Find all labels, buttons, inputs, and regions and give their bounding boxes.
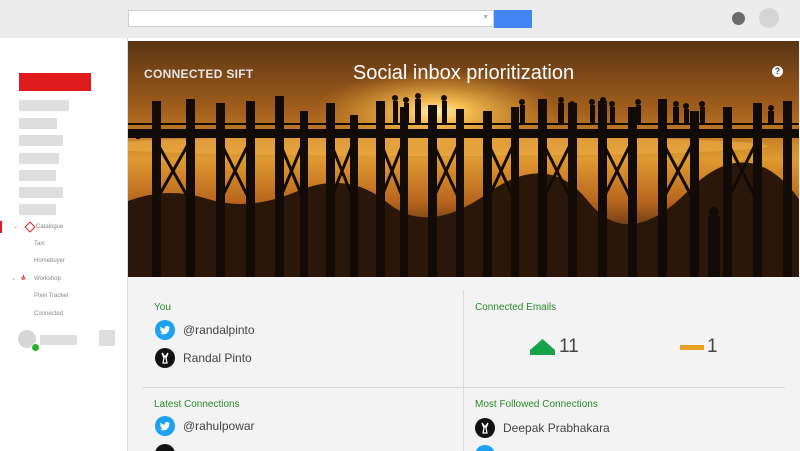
user-name-placeholder: [40, 335, 77, 345]
main-content: CONNECTED SIFT Social inbox prioritizati…: [128, 38, 800, 451]
nav-item-placeholder[interactable]: [19, 100, 69, 111]
search-button[interactable]: [494, 10, 532, 28]
divider: [463, 290, 464, 451]
twitter-icon: [475, 445, 495, 451]
list-item[interactable]: @randalpinto: [155, 320, 355, 340]
emails-flat-count: 1: [707, 336, 718, 357]
top-bar: ▼: [0, 0, 800, 38]
diamond-icon: [24, 221, 36, 233]
search-input[interactable]: ▼: [128, 10, 494, 27]
avatar-icon: [475, 418, 495, 438]
twitter-icon: [155, 320, 175, 340]
sidebar-item-pixel-tracker[interactable]: Pixel Tracker: [34, 293, 69, 299]
nav-item-placeholder[interactable]: [19, 187, 63, 198]
nav-item-placeholder[interactable]: [19, 135, 63, 146]
notification-icon[interactable]: [732, 12, 745, 25]
user-name: Randal Pinto: [183, 351, 252, 365]
avatar-icon: [155, 348, 175, 368]
emails-up-count: 11: [559, 336, 579, 357]
card-title: Most Followed Connections: [475, 399, 598, 410]
divider: [142, 387, 785, 388]
sidebar-item-catalogue[interactable]: ⌄ Catalogue: [0, 221, 129, 233]
list-item[interactable]: [155, 444, 175, 451]
chevron-down-icon[interactable]: ⌄: [13, 221, 18, 233]
twitter-handle: @rahulpowar: [183, 419, 255, 433]
trend-flat-icon: [680, 345, 704, 350]
avatar-icon: [155, 444, 175, 451]
nav-item-placeholder[interactable]: [19, 153, 59, 164]
online-status-icon: [31, 343, 40, 352]
twitter-icon: [155, 416, 175, 436]
list-item[interactable]: Deepak Prabhakara: [475, 418, 695, 438]
card-title: You: [154, 302, 171, 313]
sidebar-item-taxi[interactable]: Taxi: [34, 241, 45, 247]
settings-placeholder[interactable]: [99, 330, 115, 346]
list-item[interactable]: @rahulpowar: [155, 416, 355, 436]
sidebar-item-homebuyer[interactable]: Homebuyer: [34, 258, 65, 264]
logo[interactable]: [19, 73, 91, 91]
chevron-down-icon[interactable]: ⌄: [11, 273, 16, 285]
user-avatar[interactable]: [759, 8, 779, 28]
dashboard-panel: You @randalpinto Randal Pinto Connected …: [128, 277, 800, 451]
help-icon[interactable]: ?: [772, 66, 783, 77]
nav-item-placeholder[interactable]: [19, 170, 56, 181]
sidebar-item-workshop[interactable]: ⌄ ‹/› Workshop: [0, 273, 127, 285]
dropdown-caret-icon[interactable]: ▼: [482, 14, 489, 21]
page-title: Social inbox prioritization: [352, 62, 575, 84]
code-icon: ‹/›: [21, 275, 26, 282]
sidebar: ⌄ Catalogue Taxi Homebuyer ⌄ ‹/› Worksho…: [0, 38, 128, 451]
sidebar-item-label: Workshop: [34, 276, 61, 282]
hero-banner: CONNECTED SIFT Social inbox prioritizati…: [128, 41, 799, 277]
sidebar-item-connected[interactable]: Connected: [34, 311, 63, 317]
sidebar-item-label: Catalogue: [36, 224, 64, 230]
card-title: Latest Connections: [154, 399, 240, 410]
nav-item-placeholder[interactable]: [19, 204, 56, 215]
trend-up-icon: [530, 339, 555, 355]
user-name: Deepak Prabhakara: [503, 421, 610, 435]
card-title: Connected Emails: [475, 302, 557, 313]
list-item[interactable]: [475, 445, 495, 451]
list-item[interactable]: Randal Pinto: [155, 348, 355, 368]
twitter-handle: @randalpinto: [183, 323, 255, 337]
nav-item-placeholder[interactable]: [19, 118, 57, 129]
